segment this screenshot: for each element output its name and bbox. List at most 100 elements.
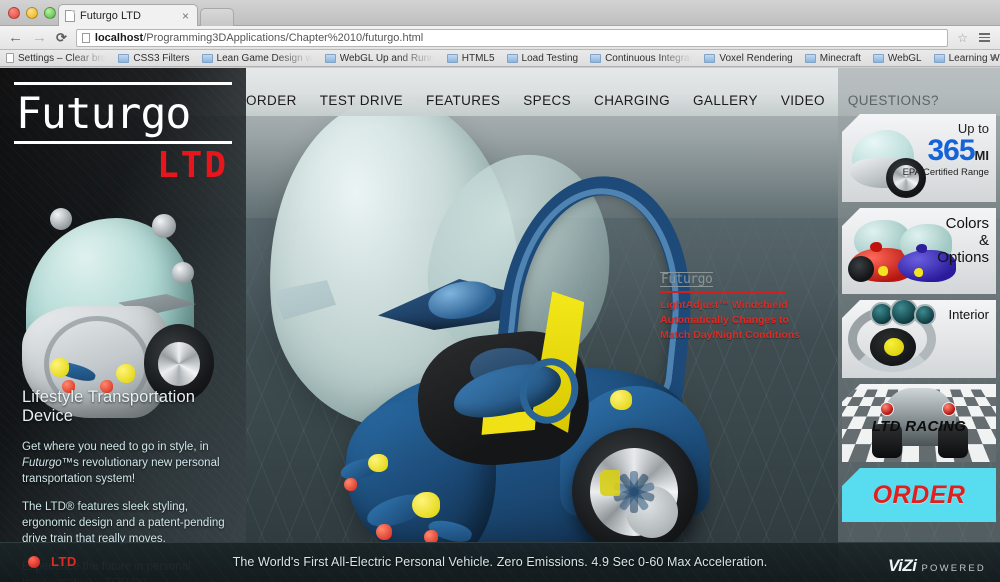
colors-line-2: & <box>978 232 989 249</box>
callout-line-2: Automatically Changes to <box>660 313 789 326</box>
bookmark-item[interactable]: Continuous Integrat <box>590 53 699 64</box>
race-lamp-left <box>880 402 894 416</box>
vizi-wordmark: ViZi <box>887 556 917 575</box>
card-interior[interactable]: Interior <box>842 300 996 378</box>
callout-line-1: LightAdjust™ Windshield <box>660 298 788 311</box>
reload-icon[interactable]: ⟳ <box>56 31 67 44</box>
url-input[interactable]: localhost/Programming3DApplications/Chap… <box>75 28 949 47</box>
brake-caliper <box>600 470 620 496</box>
steering-hub-button <box>884 338 904 356</box>
sidebar-pod-ball <box>50 208 72 230</box>
bookmark-item[interactable]: Minecraft <box>804 52 868 64</box>
sidebar-pod-ball <box>152 214 176 238</box>
nav-item-video[interactable]: VIDEO <box>781 93 825 108</box>
bookmarks-overflow-icon[interactable]: » <box>990 52 996 64</box>
window-controls <box>8 7 56 19</box>
bookmark-label: Lean Game Design w <box>216 52 313 64</box>
colors-line-3: Options <box>937 249 989 266</box>
minimize-window-button[interactable] <box>26 7 38 19</box>
bookmark-item[interactable]: Settings – Clear bro <box>6 53 113 64</box>
range-card-text: Up to 365MI EPA Certified Range <box>903 121 989 178</box>
page-icon <box>6 53 14 63</box>
mini-mirror-blue <box>916 244 927 253</box>
bookmark-label: Voxel Rendering <box>719 52 793 64</box>
site-icon <box>81 32 90 43</box>
vehicle-rear-pod-yellow <box>610 390 632 410</box>
nav-item-features[interactable]: FEATURES <box>426 93 500 108</box>
race-lamp-right <box>942 402 956 416</box>
maximize-window-button[interactable] <box>44 7 56 19</box>
browser-window: Futurgo LTD × ← → ⟳ localhost/Programmin… <box>0 0 1000 582</box>
address-bar-row: ← → ⟳ localhost/Programming3DApplication… <box>0 26 1000 50</box>
callout-line-3: Match Day/Night Conditions <box>660 328 800 341</box>
gauge-right <box>914 304 936 326</box>
bookmark-item[interactable]: WebGL Up and Runn <box>324 53 442 64</box>
nav-item-specs[interactable]: SPECS <box>523 93 571 108</box>
folder-icon <box>446 53 458 63</box>
forward-icon[interactable]: → <box>32 30 47 45</box>
racing-card-label: LTD RACING <box>871 418 967 435</box>
vehicle-front-pod-red <box>376 524 392 540</box>
folder-icon <box>201 53 213 63</box>
logo-ltd: LTD <box>156 145 228 186</box>
sidebar-paragraph-1: Get where you need to go in style, in Fu… <box>22 439 234 487</box>
bookmark-label: Settings – Clear bro <box>18 52 107 64</box>
right-sidebar: Up to 365MI EPA Certified Range Colors &… <box>838 68 1000 582</box>
interior-card-label: Interior <box>948 307 989 322</box>
bookmark-item[interactable]: Voxel Rendering <box>704 53 799 64</box>
bookmark-item[interactable]: HTML5 <box>446 52 502 64</box>
callout-rule <box>660 291 786 293</box>
nav-item-charging[interactable]: CHARGING <box>594 93 670 108</box>
range-number: 365 <box>927 134 975 167</box>
order-button[interactable]: ORDER <box>842 468 996 522</box>
close-tab-icon[interactable]: × <box>180 10 191 22</box>
bookmark-item[interactable]: Load Testing <box>506 53 586 64</box>
new-tab-button[interactable] <box>200 8 234 26</box>
vizi-branding: ViZi POWERED <box>888 556 986 576</box>
back-icon[interactable]: ← <box>8 30 23 45</box>
sidebar-pod-yellow <box>50 358 69 377</box>
bookmark-star-icon[interactable]: ☆ <box>957 31 968 45</box>
colors-card-text: Colors & Options <box>937 215 989 266</box>
vehicle-side-pod-yellow <box>368 454 388 472</box>
bookmark-label: CSS3 Filters <box>133 52 190 64</box>
sidebar-paragraph-2: The LTD® features sleek styling, ergonom… <box>22 501 225 545</box>
range-unit: MI <box>974 148 989 163</box>
bookmark-item[interactable]: Lean Game Design w <box>201 52 320 64</box>
mini-mirror-red <box>870 242 882 252</box>
nav-item-order[interactable]: ORDER <box>246 93 297 108</box>
tab-strip: Futurgo LTD × <box>0 0 1000 26</box>
vizi-powered-label: POWERED <box>921 563 986 574</box>
logo-rule-bottom <box>14 141 232 144</box>
browser-tab[interactable]: Futurgo LTD × <box>58 4 198 26</box>
vehicle-rear-wheel <box>572 428 698 554</box>
nav-item-test-drive[interactable]: TEST DRIVE <box>320 93 403 108</box>
bookmark-item[interactable]: CSS3 Filters <box>118 53 196 64</box>
bookmarks-bar: Settings – Clear bro CSS3 Filters Lean G… <box>0 50 1000 67</box>
card-racing[interactable]: LTD RACING <box>842 384 996 462</box>
bookmark-item[interactable]: WebGL <box>872 52 929 64</box>
footer-tagline: The World's First All-Electric Personal … <box>232 555 768 569</box>
mini-lamp-yellow-2 <box>914 268 923 277</box>
nav-item-gallery[interactable]: GALLERY <box>693 93 758 108</box>
folder-icon <box>872 53 884 63</box>
tab-title: Futurgo LTD <box>80 9 141 22</box>
folder-icon <box>933 53 945 63</box>
bookmark-label: WebGL <box>887 52 922 64</box>
folder-icon <box>804 53 816 63</box>
bookmark-label: HTML5 <box>461 52 495 64</box>
menu-icon[interactable] <box>977 33 992 42</box>
bookmark-label: Minecraft <box>819 52 861 64</box>
callout-logo: Futurgo <box>660 272 714 287</box>
vehicle-side-pod-red <box>344 478 357 491</box>
range-value-row: 365MI <box>903 136 989 166</box>
left-sidebar: Futurgo LTD Lifestyle Transportation Dev… <box>0 68 246 582</box>
sidebar-p1-a: Get where you need to go in style, in <box>22 441 209 453</box>
card-range[interactable]: Up to 365MI EPA Certified Range <box>842 114 996 202</box>
page-icon <box>65 9 75 22</box>
folder-icon <box>324 53 336 63</box>
close-window-button[interactable] <box>8 7 20 19</box>
card-colors-options[interactable]: Colors & Options <box>842 208 996 294</box>
site-logo[interactable]: Futurgo LTD <box>14 82 232 186</box>
folder-icon <box>590 53 602 63</box>
